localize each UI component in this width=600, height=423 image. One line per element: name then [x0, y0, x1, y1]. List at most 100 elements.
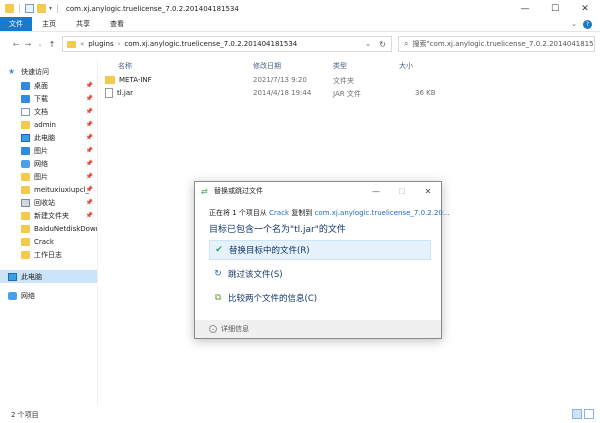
copy-arrows-icon: ⇄ — [201, 186, 208, 196]
pin-icon: 📌 — [85, 82, 93, 89]
search-icon: ⌕ — [404, 39, 409, 48]
details-view-icon[interactable] — [572, 409, 582, 419]
help-icon[interactable]: ? — [583, 19, 592, 29]
minimize-button[interactable]: — — [510, 0, 540, 17]
column-header-name[interactable]: 名称 — [118, 61, 132, 72]
sidebar-item-admin[interactable]: admin 📌 — [0, 118, 97, 131]
sidebar-item-label: 文档 — [34, 107, 48, 116]
window-controls: — ☐ ✕ — [510, 0, 600, 17]
item-count: 2 个项目 — [11, 410, 39, 419]
sidebar-item-recycle-bin[interactable]: 回收站 📌 — [0, 196, 97, 209]
ribbon-tabs: 文件 主页 共享 查看 ⌄ ? — [0, 17, 600, 32]
file-size: 36 KB — [415, 89, 436, 97]
destination-folder-link[interactable]: com.xj.anylogic.truelicense_7.0.2.20... — [315, 209, 450, 217]
sidebar-item-new-folder[interactable]: 新建文件夹 📌 — [0, 209, 97, 222]
maximize-button[interactable]: ☐ — [540, 0, 570, 17]
close-button[interactable]: ✕ — [570, 0, 600, 17]
conflict-message: 目标已包含一个名为"tl.jar"的文件 — [209, 225, 346, 235]
copy-status-prefix: 正在将 1 个项目从 — [209, 209, 270, 217]
minimize-button[interactable]: — — [363, 182, 389, 200]
status-bar: 2 个项目 — [0, 406, 600, 423]
quick-access-toolbar: ▾ — [0, 4, 60, 13]
chevron-down-icon[interactable]: ⌄ — [209, 325, 217, 333]
file-type: 文件夹 — [333, 77, 354, 85]
sidebar-item-label: 新建文件夹 — [34, 211, 69, 220]
folder-icon — [67, 40, 76, 48]
pin-icon: 📌 — [85, 147, 93, 154]
star-icon: ★ — [8, 66, 16, 76]
pin-icon: 📌 — [85, 108, 93, 115]
large-icons-view-icon[interactable] — [584, 409, 594, 419]
forward-arrow-icon[interactable]: → — [22, 40, 34, 49]
pictures-icon — [21, 146, 30, 155]
folder-icon — [21, 237, 30, 246]
chevron-down-icon[interactable]: ⌄ — [571, 20, 577, 28]
sidebar-item-work-log[interactable]: 工作日志 — [0, 248, 97, 261]
breadcrumb-current[interactable]: com.xj.anylogic.truelicense_7.0.2.201404… — [124, 40, 297, 48]
skip-button[interactable]: ↻ 跳过该文件(S) — [209, 264, 431, 284]
overflow-crumb[interactable]: « — [80, 40, 84, 48]
properties-icon[interactable] — [25, 4, 34, 13]
column-header-size[interactable]: 大小 — [399, 61, 413, 72]
chevron-right-icon[interactable]: › — [118, 40, 121, 48]
search-input[interactable]: ⌕ 搜索"com.xj.anylogic.truelicense_7.0.2.2… — [398, 36, 595, 52]
replace-button[interactable]: ✔ 替换目标中的文件(R) — [209, 240, 431, 260]
sidebar-item-crack[interactable]: Crack — [0, 235, 97, 248]
sidebar-item-pictures-folder[interactable]: 图片 📌 — [0, 170, 97, 183]
sidebar-item-baidunetdisk[interactable]: BaiduNetdiskDown — [0, 222, 97, 235]
file-date: 2014/4/18 19:44 — [253, 89, 312, 97]
dialog-title-bar: ⇄ 替换或跳过文件 — ☐ ✕ — [195, 182, 441, 200]
recycle-bin-icon — [21, 198, 30, 207]
sidebar-item-this-pc-pinned[interactable]: 此电脑 📌 — [0, 131, 97, 144]
folder-icon — [21, 211, 30, 220]
sidebar-item-desktop[interactable]: 桌面 📌 — [0, 79, 97, 92]
search-placeholder: 搜索"com.xj.anylogic.truelicense_7.0.2.201… — [412, 40, 595, 48]
sidebar-item-this-pc[interactable]: 此电脑 — [0, 270, 97, 283]
sidebar-item-network-pinned[interactable]: 网络 📌 — [0, 157, 97, 170]
column-header-date[interactable]: 修改日期 — [253, 61, 281, 72]
refresh-icon[interactable]: ↻ — [379, 40, 386, 49]
recent-chevron-icon[interactable]: ⌄ — [34, 41, 46, 48]
sidebar-item-downloads[interactable]: 下载 📌 — [0, 92, 97, 105]
sidebar-item-label: BaiduNetdiskDown — [34, 224, 97, 233]
details-toggle[interactable]: 详细信息 — [221, 324, 249, 334]
sidebar-item-network[interactable]: 网络 — [0, 289, 97, 302]
column-header-type[interactable]: 类型 — [333, 61, 347, 72]
back-arrow-icon[interactable]: ← — [10, 40, 22, 49]
sidebar-item-label: 图片 — [34, 146, 48, 155]
navigation-pane: ★ 快速访问 桌面 📌 下载 📌 文档 📌 admin 📌 此电脑 📌 图片 📌… — [0, 60, 98, 405]
option-label: 跳过该文件(S) — [228, 270, 283, 280]
pin-icon: 📌 — [85, 186, 93, 193]
option-label: 替换目标中的文件(R) — [229, 246, 310, 256]
sidebar-item-label: 回收站 — [34, 198, 55, 207]
sidebar-item-documents[interactable]: 文档 📌 — [0, 105, 97, 118]
chevron-down-icon[interactable]: ⌄ — [365, 40, 371, 48]
sidebar-item-meituxiuxiu[interactable]: meituxiuxiupcl_ 📌 — [0, 183, 97, 196]
chevron-down-icon[interactable]: ▾ — [49, 5, 52, 12]
sidebar-item-label: 桌面 — [34, 81, 48, 90]
tab-share[interactable]: 共享 — [66, 17, 100, 31]
copy-status-mid: 复制到 — [289, 209, 315, 217]
desktop-icon — [21, 81, 30, 90]
address-bar[interactable]: « plugins › com.xj.anylogic.truelicense_… — [62, 36, 392, 52]
dialog-footer: ⌄ 详细信息 — [195, 320, 441, 338]
tab-home[interactable]: 主页 — [32, 17, 66, 31]
explorer-app-icon — [5, 4, 14, 13]
tab-file[interactable]: 文件 — [0, 17, 32, 31]
sidebar-item-label: 下载 — [34, 94, 48, 103]
folder-icon — [21, 185, 30, 194]
up-arrow-icon[interactable]: ↑ — [46, 40, 58, 49]
compare-button[interactable]: ⧉ 比较两个文件的信息(C) — [209, 288, 431, 308]
option-label: 比较两个文件的信息(C) — [228, 294, 318, 304]
tab-view[interactable]: 查看 — [100, 17, 134, 31]
network-icon — [21, 159, 30, 168]
pin-icon: 📌 — [85, 134, 93, 141]
new-folder-icon[interactable] — [37, 4, 46, 13]
skip-icon: ↻ — [214, 269, 222, 279]
breadcrumb-plugins[interactable]: plugins — [88, 40, 113, 48]
source-folder-link[interactable]: Crack — [269, 209, 289, 217]
pc-icon — [8, 272, 17, 281]
sidebar-item-pictures[interactable]: 图片 📌 — [0, 144, 97, 157]
close-button[interactable]: ✕ — [415, 182, 441, 200]
sidebar-item-quick-access[interactable]: ★ 快速访问 — [0, 65, 97, 78]
